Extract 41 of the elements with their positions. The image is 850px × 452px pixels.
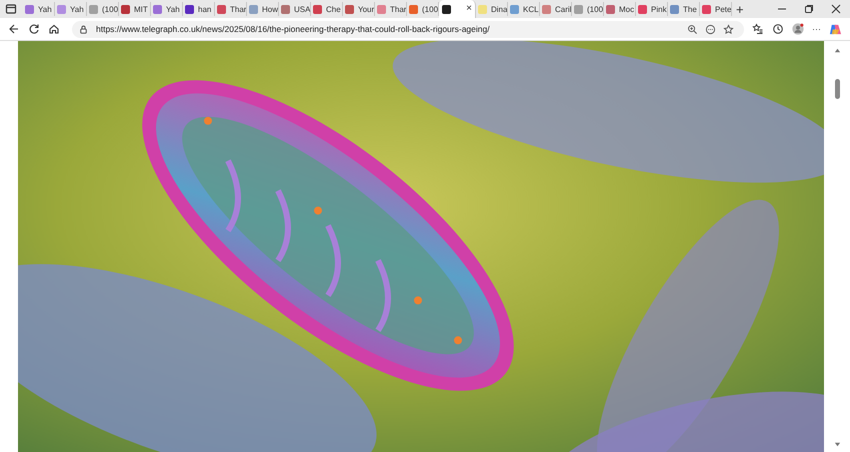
profile-icon[interactable] xyxy=(792,23,804,35)
browser-tab[interactable]: Moc xyxy=(604,2,636,16)
more-button[interactable]: ··· xyxy=(812,24,821,34)
browser-tab[interactable]: Che xyxy=(311,2,343,16)
favorites-icon[interactable] xyxy=(752,23,764,35)
lock-icon[interactable] xyxy=(78,24,89,34)
browser-tab[interactable]: KCL xyxy=(508,2,540,16)
browser-tab[interactable]: Pink xyxy=(636,2,668,16)
browser-tab[interactable]: Thar xyxy=(215,2,247,16)
browser-tab[interactable]: MIT xyxy=(119,2,151,16)
browser-tab[interactable]: Thar xyxy=(375,2,407,16)
browser-tab[interactable]: Yah xyxy=(23,2,55,16)
maximize-icon[interactable] xyxy=(803,3,815,15)
zoom-icon[interactable] xyxy=(687,24,698,34)
scroll-down-icon[interactable] xyxy=(834,441,840,448)
browser-tab[interactable]: Yah xyxy=(55,2,87,16)
close-tab-button[interactable]: × xyxy=(466,4,472,14)
refresh-icon[interactable] xyxy=(28,23,40,35)
tab-actions-icon[interactable] xyxy=(5,3,17,15)
back-icon[interactable] xyxy=(8,23,20,35)
new-tab-button[interactable]: + xyxy=(732,2,748,16)
browser-tab[interactable]: (100 xyxy=(87,2,119,16)
ellipsis-circle-icon[interactable] xyxy=(705,24,716,34)
history-icon[interactable] xyxy=(772,23,784,35)
browser-tab[interactable]: han xyxy=(183,2,215,16)
browser-tab[interactable]: USA xyxy=(279,2,311,16)
copilot-icon[interactable] xyxy=(829,22,842,36)
browser-tab[interactable]: (100 xyxy=(572,2,604,16)
home-icon[interactable] xyxy=(48,23,60,35)
browser-tab[interactable]: The xyxy=(668,2,700,16)
scrollbar-thumb[interactable] xyxy=(834,79,840,99)
browser-tab[interactable]: Your xyxy=(343,2,375,16)
close-icon[interactable] xyxy=(830,3,842,15)
scroll-up-icon[interactable] xyxy=(834,47,840,54)
browser-tab[interactable]: How xyxy=(247,2,279,16)
browser-tab[interactable]: Caril xyxy=(540,2,572,16)
browser-tab[interactable]: Pete xyxy=(700,2,732,16)
address-field[interactable]: https://www.telegraph.co.uk/news/2025/08/16/the-pioneering-therapy-that-could-roll-back-rigours-ageing/ xyxy=(72,20,744,38)
browser-tab[interactable]: Yah xyxy=(151,2,183,16)
star-icon[interactable] xyxy=(723,24,734,34)
browser-tab[interactable]: × xyxy=(439,0,476,18)
